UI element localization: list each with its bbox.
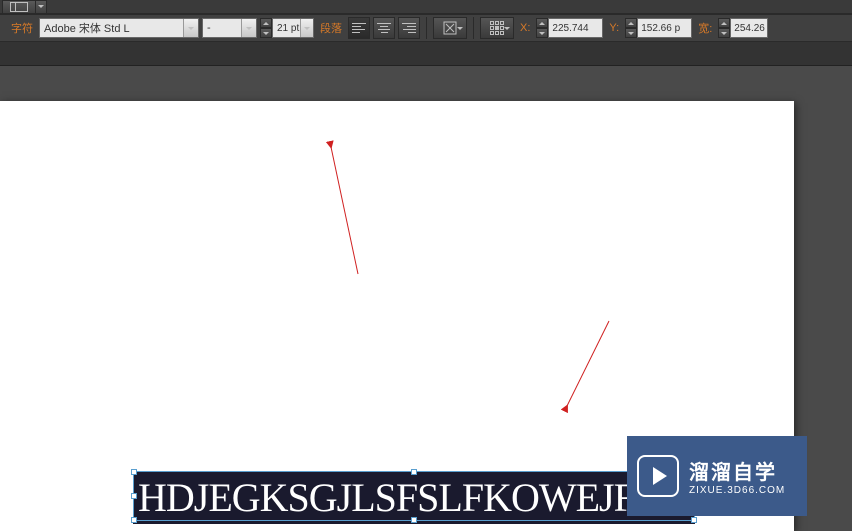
watermark: 溜溜自学 ZIXUE.3D66.COM [627, 436, 807, 516]
handle-top-middle[interactable] [411, 469, 417, 475]
y-value: 152.66 p [641, 23, 680, 34]
divider [426, 17, 427, 39]
paragraph-label: 段落 [317, 20, 345, 36]
reference-point-dropdown[interactable] [480, 17, 514, 39]
x-input[interactable]: 225.744 [548, 18, 603, 38]
w-value: 254.26 [734, 23, 765, 34]
font-style-select[interactable]: - [202, 18, 257, 38]
layout-dropdown[interactable] [36, 0, 47, 14]
secondary-bar [0, 42, 852, 66]
control-panel: 字符 Adobe 宋体 Std L - 21 pt 段落 [0, 14, 852, 42]
font-style-value: - [207, 22, 211, 34]
layout-view-button[interactable] [2, 0, 36, 14]
size-down-button[interactable] [260, 28, 272, 38]
x-up-button[interactable] [536, 18, 548, 28]
font-family-value: Adobe 宋体 Std L [44, 20, 130, 36]
y-input[interactable]: 152.66 p [637, 18, 692, 38]
handle-top-left[interactable] [131, 469, 137, 475]
handle-bottom-middle[interactable] [411, 517, 417, 523]
canvas-area[interactable]: HDJEGKSGJLSFSLFKOWEJF [0, 66, 852, 528]
size-dropdown-button[interactable] [300, 19, 313, 37]
y-spinner: 152.66 p [625, 18, 692, 38]
handle-bottom-right[interactable] [691, 517, 697, 523]
font-size-value: 21 pt [277, 23, 299, 34]
text-frame[interactable]: HDJEGKSGJLSFSLFKOWEJF [133, 471, 695, 521]
menu-bar [0, 0, 852, 14]
divider [473, 17, 474, 39]
grid-icon [490, 21, 504, 35]
w-input[interactable]: 254.26 [730, 18, 768, 38]
x-spinner: 225.744 [536, 18, 603, 38]
watermark-url: ZIXUE.3D66.COM [689, 485, 785, 496]
font-family-select[interactable]: Adobe 宋体 Std L [39, 18, 199, 38]
w-down-button[interactable] [718, 28, 730, 38]
y-down-button[interactable] [625, 28, 637, 38]
font-size-input[interactable]: 21 pt [272, 18, 314, 38]
w-spinner: 254.26 [718, 18, 768, 38]
watermark-title: 溜溜自学 [689, 456, 785, 485]
font-size-spinner: 21 pt [260, 18, 314, 38]
font-dropdown-button[interactable] [183, 19, 198, 37]
style-dropdown-button[interactable] [241, 19, 256, 37]
size-up-button[interactable] [260, 18, 272, 28]
y-up-button[interactable] [625, 18, 637, 28]
x-label: X: [517, 22, 533, 34]
selection-outline [133, 471, 695, 521]
align-center-button[interactable] [373, 17, 395, 39]
x-value: 225.744 [552, 23, 588, 34]
x-down-button[interactable] [536, 28, 548, 38]
w-label: 宽: [695, 20, 715, 36]
w-up-button[interactable] [718, 18, 730, 28]
handle-bottom-left[interactable] [131, 517, 137, 523]
align-left-button[interactable] [348, 17, 370, 39]
align-right-button[interactable] [398, 17, 420, 39]
y-label: Y: [606, 22, 622, 34]
character-label: 字符 [8, 20, 36, 36]
handle-middle-left[interactable] [131, 493, 137, 499]
watermark-logo-icon [637, 455, 679, 497]
options-dropdown[interactable] [433, 17, 467, 39]
options-icon [443, 21, 457, 35]
